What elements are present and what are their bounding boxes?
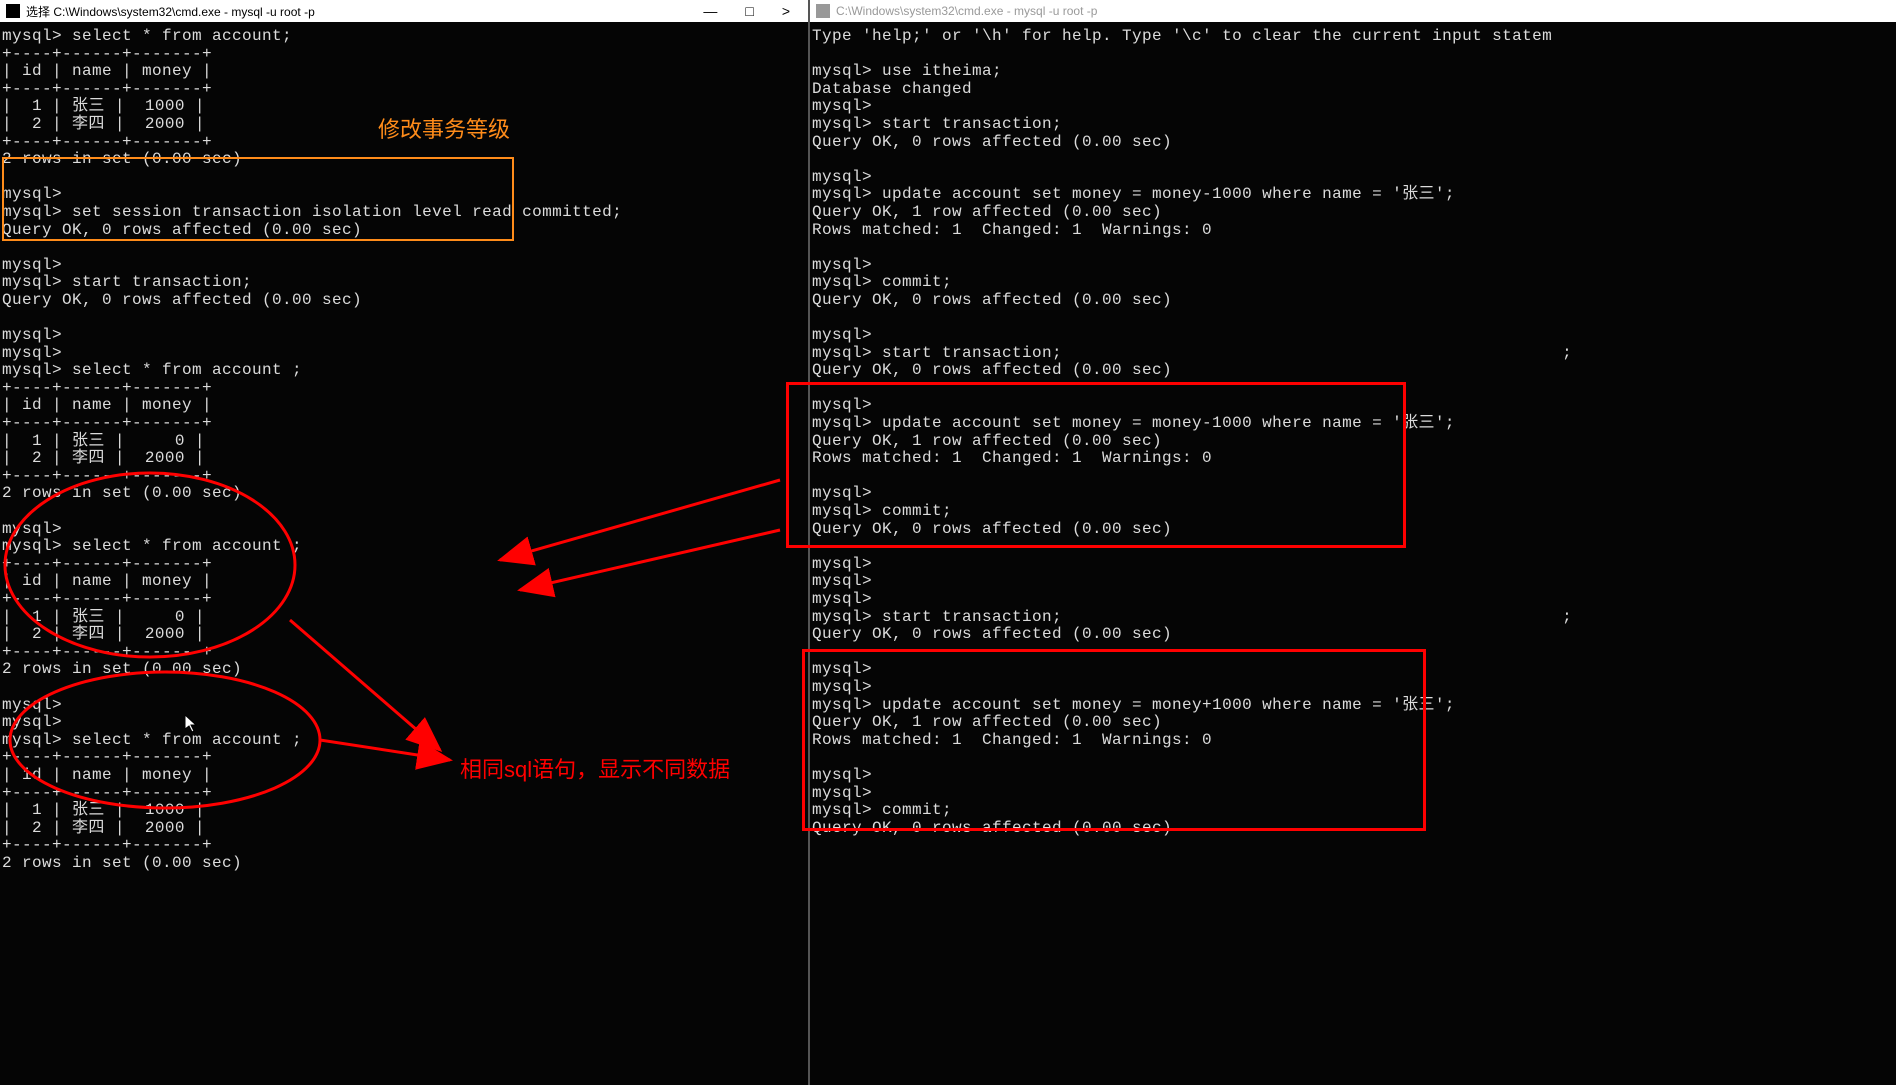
terminal-left[interactable]: mysql> select * from account; +----+----… [0,22,808,877]
cmd-icon [816,4,830,18]
window-title-left: 选择 C:\Windows\system32\cmd.exe - mysql -… [26,3,703,20]
maximize-button[interactable]: □ [745,3,753,19]
terminal-right[interactable]: Type 'help;' or '\h' for help. Type '\c'… [810,22,1896,841]
titlebar-left[interactable]: 选择 C:\Windows\system32\cmd.exe - mysql -… [0,0,808,22]
minimize-button[interactable]: — [703,3,717,19]
window-controls-left: — □ > [703,3,802,19]
titlebar-right[interactable]: C:\Windows\system32\cmd.exe - mysql -u r… [810,0,1896,22]
close-button[interactable]: > [782,3,790,19]
cmd-window-right: C:\Windows\system32\cmd.exe - mysql -u r… [808,0,1896,1085]
window-title-right: C:\Windows\system32\cmd.exe - mysql -u r… [836,4,1890,18]
cmd-icon [6,4,20,18]
cmd-window-left: 选择 C:\Windows\system32\cmd.exe - mysql -… [0,0,808,1085]
